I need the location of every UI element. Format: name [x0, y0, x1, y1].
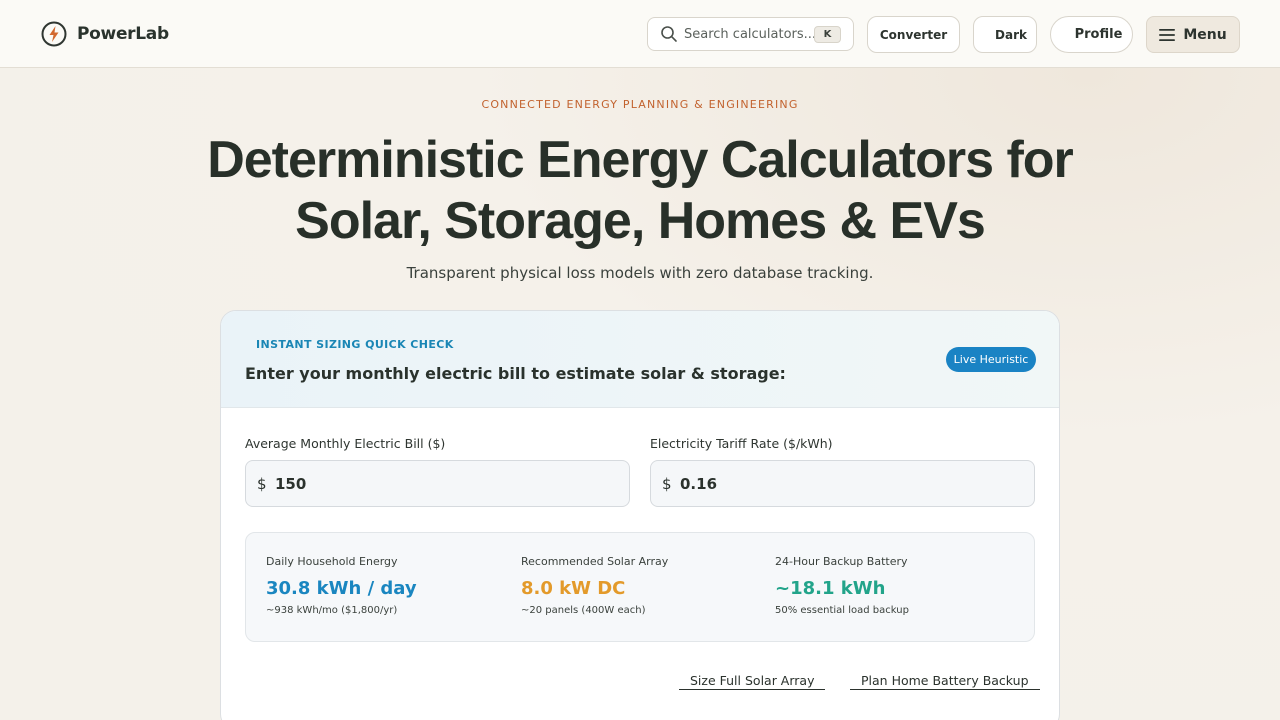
- bill-input[interactable]: [275, 474, 575, 493]
- search-placeholder[interactable]: Search calculators...: [684, 27, 814, 42]
- top-navbar: PowerLab Search calculators... K Convert…: [0, 0, 1280, 68]
- results-panel: Daily Household Energy 30.8 kWh / day ~9…: [245, 532, 1035, 642]
- search-shortcut-key: K: [814, 26, 841, 43]
- size-solar-array-link[interactable]: Size Full Solar Array: [679, 673, 826, 690]
- search-icon: [661, 26, 677, 42]
- result-solar-array: Recommended Solar Array 8.0 kW DC ~20 pa…: [521, 555, 668, 616]
- quick-check-card: INSTANT SIZING QUICK CHECK Enter your mo…: [220, 310, 1060, 720]
- result-label: 24-Hour Backup Battery: [775, 555, 908, 568]
- hamburger-menu-icon: [1159, 28, 1176, 41]
- converter-button[interactable]: Converter: [867, 16, 960, 53]
- result-label: Recommended Solar Array: [521, 555, 669, 568]
- result-value: 8.0 kW DC: [521, 578, 626, 599]
- menu-button[interactable]: Menu: [1146, 16, 1240, 53]
- result-label: Daily Household Energy: [266, 555, 398, 568]
- tariff-field-label: Electricity Tariff Rate ($/kWh): [650, 436, 833, 451]
- result-note: 50% essential load backup: [775, 605, 909, 616]
- hero-eyebrow: CONNECTED ENERGY PLANNING & ENGINEERING: [481, 98, 799, 111]
- brand-link[interactable]: PowerLab: [40, 19, 169, 49]
- search-box[interactable]: Search calculators... K: [647, 17, 854, 51]
- result-note: ~20 panels (400W each): [521, 605, 646, 616]
- dark-mode-toggle[interactable]: Dark: [973, 16, 1037, 53]
- bill-currency-prefix: $: [257, 474, 267, 493]
- live-heuristic-badge: Live Heuristic: [946, 347, 1036, 372]
- profile-button[interactable]: Profile: [1050, 16, 1133, 53]
- tariff-field[interactable]: $: [650, 460, 1035, 507]
- result-backup-battery: 24-Hour Backup Battery ~18.1 kWh 50% ess…: [775, 555, 909, 616]
- card-title: Enter your monthly electric bill to esti…: [245, 364, 786, 383]
- plan-battery-backup-link[interactable]: Plan Home Battery Backup: [850, 673, 1040, 690]
- hero-subtitle: Transparent physical loss models with ze…: [406, 264, 874, 282]
- menu-label: Menu: [1183, 26, 1227, 43]
- lightning-logo-icon: [41, 21, 67, 47]
- bill-field-label: Average Monthly Electric Bill ($): [245, 436, 446, 451]
- bill-field[interactable]: $: [245, 460, 630, 507]
- brand-name: PowerLab: [77, 24, 169, 44]
- hero-title: Deterministic Energy Calculators for Sol…: [207, 131, 1074, 250]
- result-daily-energy: Daily Household Energy 30.8 kWh / day ~9…: [266, 555, 417, 616]
- tariff-input[interactable]: [680, 474, 980, 493]
- tariff-currency-prefix: $: [662, 474, 672, 493]
- card-eyebrow: INSTANT SIZING QUICK CHECK: [256, 338, 454, 351]
- card-header: INSTANT SIZING QUICK CHECK Enter your mo…: [221, 311, 1059, 408]
- result-note: ~938 kWh/mo ($1,800/yr): [266, 605, 398, 616]
- result-value: 30.8 kWh / day: [266, 578, 417, 599]
- result-value: ~18.1 kWh: [775, 578, 886, 599]
